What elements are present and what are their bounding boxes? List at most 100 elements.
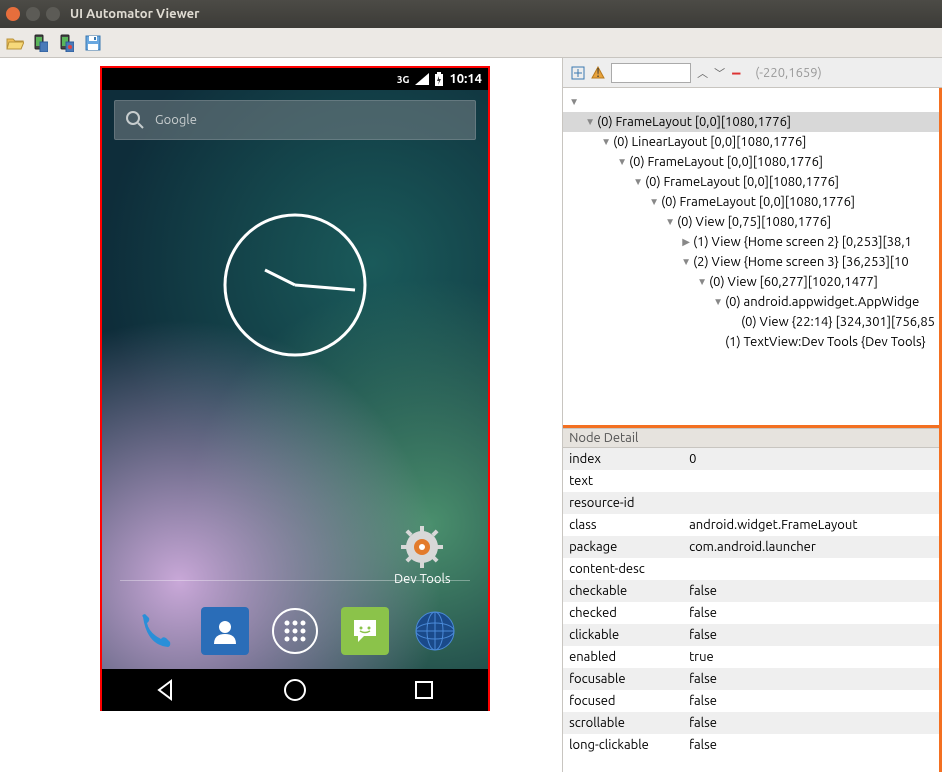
browser-app-icon[interactable] bbox=[411, 607, 459, 655]
nav-recents-button[interactable] bbox=[411, 677, 437, 703]
tree-row[interactable]: (0) View {22:14} [324,301][756,85 bbox=[563, 312, 939, 332]
cursor-coordinates: (-220,1659) bbox=[755, 66, 821, 80]
tree-node-label: (0) View [60,277][1020,1477] bbox=[709, 275, 878, 289]
tree-twisty-icon[interactable]: ▼ bbox=[647, 196, 661, 208]
detail-row[interactable]: enabledtrue bbox=[563, 646, 939, 668]
detail-value: com.android.launcher bbox=[683, 540, 939, 554]
tree-twisty-icon[interactable]: ▼ bbox=[615, 156, 629, 168]
detail-row[interactable]: focusablefalse bbox=[563, 668, 939, 690]
contacts-app-icon[interactable] bbox=[201, 607, 249, 655]
messaging-app-icon[interactable] bbox=[341, 607, 389, 655]
tree-node-label: (0) FrameLayout [0,0][1080,1776] bbox=[645, 175, 839, 189]
tree-twisty-icon[interactable]: ▼ bbox=[679, 256, 693, 268]
detail-value: false bbox=[683, 694, 939, 708]
tree-twisty-icon[interactable]: ▼ bbox=[663, 216, 677, 228]
screenshot-pane: 3G 10:14 Google Dev Tools bbox=[0, 58, 562, 772]
tree-row[interactable]: ▼(0) FrameLayout [0,0][1080,1776] bbox=[563, 172, 939, 192]
detail-row[interactable]: packagecom.android.launcher bbox=[563, 536, 939, 558]
find-next-icon[interactable]: ﹀ bbox=[714, 65, 725, 81]
tree-node-label: (2) View {Home screen 3} [36,253][10 bbox=[693, 255, 909, 269]
tree-node-label: (0) LinearLayout [0,0][1080,1776] bbox=[613, 135, 806, 149]
tree-row[interactable]: (1) TextView:Dev Tools {Dev Tools} bbox=[563, 332, 939, 352]
tree-row[interactable]: ▼(0) FrameLayout [0,0][1080,1776] bbox=[563, 112, 939, 132]
battery-icon bbox=[435, 72, 443, 86]
tree-twisty-icon[interactable]: ▼ bbox=[631, 176, 645, 188]
dev-tools-app-icon[interactable]: Dev Tools bbox=[394, 526, 451, 586]
detail-key: package bbox=[563, 540, 683, 554]
tree-row[interactable]: ▶(1) View {Home screen 2} [0,253][38,1 bbox=[563, 232, 939, 252]
detail-key: checked bbox=[563, 606, 683, 620]
detail-row[interactable]: text bbox=[563, 470, 939, 492]
detail-key: class bbox=[563, 518, 683, 532]
detail-key: scrollable bbox=[563, 716, 683, 730]
detail-value: android.widget.FrameLayout bbox=[683, 518, 939, 532]
detail-row[interactable]: focusedfalse bbox=[563, 690, 939, 712]
node-detail-table[interactable]: index0textresource-idclassandroid.widget… bbox=[563, 448, 939, 772]
detail-row[interactable]: checkedfalse bbox=[563, 602, 939, 624]
tree-node-label: (0) FrameLayout [0,0][1080,1776] bbox=[597, 115, 791, 129]
detail-key: enabled bbox=[563, 650, 683, 664]
device-screenshot-compressed-icon[interactable] bbox=[58, 34, 76, 52]
detail-row[interactable]: content-desc bbox=[563, 558, 939, 580]
svg-text:!: ! bbox=[596, 66, 600, 80]
search-placeholder: Google bbox=[155, 113, 197, 127]
window-maximize-button[interactable] bbox=[46, 7, 60, 21]
tree-twisty-icon[interactable]: ▼ bbox=[711, 296, 725, 308]
tree-row[interactable]: ▼(0) FrameLayout [0,0][1080,1776] bbox=[563, 192, 939, 212]
signal-icon bbox=[415, 73, 429, 85]
tree-twisty-icon[interactable]: ▼ bbox=[695, 276, 709, 288]
app-drawer-button[interactable] bbox=[271, 607, 319, 655]
detail-key: long-clickable bbox=[563, 738, 683, 752]
warning-icon[interactable]: ! bbox=[591, 66, 605, 80]
detail-row[interactable]: long-clickablefalse bbox=[563, 734, 939, 756]
expand-all-icon[interactable] bbox=[571, 66, 585, 80]
find-prev-icon[interactable]: ︿ bbox=[697, 65, 708, 81]
tree-node-label: (0) FrameLayout [0,0][1080,1776] bbox=[629, 155, 823, 169]
device-screenshot-icon[interactable] bbox=[32, 34, 50, 52]
detail-key: checkable bbox=[563, 584, 683, 598]
tree-row[interactable]: ▼(0) View [0,75][1080,1776] bbox=[563, 212, 939, 232]
search-input[interactable] bbox=[611, 63, 691, 83]
remove-icon[interactable]: − bbox=[731, 68, 741, 78]
dev-tools-label: Dev Tools bbox=[394, 572, 451, 586]
phone-status-bar: 3G 10:14 bbox=[102, 68, 488, 90]
hierarchy-tree[interactable]: ▼▼(0) FrameLayout [0,0][1080,1776]▼(0) L… bbox=[563, 88, 942, 428]
toolbar bbox=[0, 28, 942, 58]
network-indicator: 3G bbox=[397, 74, 410, 85]
detail-value: false bbox=[683, 716, 939, 730]
detail-row[interactable]: clickablefalse bbox=[563, 624, 939, 646]
window-title: UI Automator Viewer bbox=[70, 7, 200, 21]
detail-row[interactable]: scrollablefalse bbox=[563, 712, 939, 734]
android-nav-bar bbox=[102, 669, 488, 711]
open-icon[interactable] bbox=[6, 34, 24, 52]
google-search-bar[interactable]: Google bbox=[114, 100, 476, 140]
dock-divider bbox=[120, 580, 470, 581]
tree-row[interactable]: ▼(0) FrameLayout [0,0][1080,1776] bbox=[563, 152, 939, 172]
clock-widget[interactable] bbox=[220, 210, 370, 360]
nav-home-button[interactable] bbox=[282, 677, 308, 703]
detail-key: clickable bbox=[563, 628, 683, 642]
tree-row[interactable]: ▼ bbox=[563, 92, 939, 112]
tree-node-label: (0) FrameLayout [0,0][1080,1776] bbox=[661, 195, 855, 209]
detail-row[interactable]: checkablefalse bbox=[563, 580, 939, 602]
tree-twisty-icon[interactable]: ▶ bbox=[679, 236, 693, 248]
detail-row[interactable]: index0 bbox=[563, 448, 939, 470]
tree-row[interactable]: ▼(0) android.appwidget.AppWidge bbox=[563, 292, 939, 312]
find-toolbar: ! ︿ ﹀ − (-220,1659) bbox=[563, 58, 942, 88]
tree-row[interactable]: ▼(0) View [60,277][1020,1477] bbox=[563, 272, 939, 292]
detail-row[interactable]: resource-id bbox=[563, 492, 939, 514]
tree-row[interactable]: ▼(0) LinearLayout [0,0][1080,1776] bbox=[563, 132, 939, 152]
tree-twisty-icon[interactable]: ▼ bbox=[567, 96, 581, 108]
tree-node-label: (1) View {Home screen 2} [0,253][38,1 bbox=[693, 235, 912, 249]
phone-app-icon[interactable] bbox=[131, 607, 179, 655]
device-screenshot[interactable]: 3G 10:14 Google Dev Tools bbox=[100, 66, 490, 711]
window-close-button[interactable] bbox=[6, 7, 20, 21]
search-icon bbox=[125, 110, 145, 130]
tree-twisty-icon[interactable]: ▼ bbox=[599, 136, 613, 148]
detail-row[interactable]: classandroid.widget.FrameLayout bbox=[563, 514, 939, 536]
tree-row[interactable]: ▼(2) View {Home screen 3} [36,253][10 bbox=[563, 252, 939, 272]
tree-twisty-icon[interactable]: ▼ bbox=[583, 116, 597, 128]
window-minimize-button[interactable] bbox=[26, 7, 40, 21]
nav-back-button[interactable] bbox=[153, 677, 179, 703]
save-icon[interactable] bbox=[84, 34, 102, 52]
